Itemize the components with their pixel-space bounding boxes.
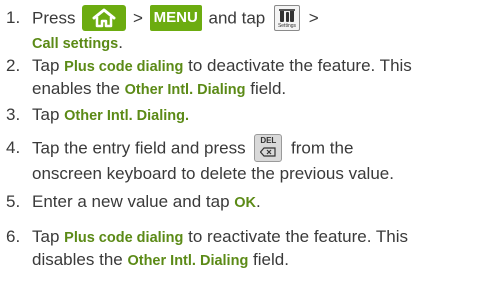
step-number: 3. (6, 105, 21, 124)
step-text: to reactivate the feature. This (188, 227, 409, 246)
step-1: 1. Press > MENU and tap Settings > Call s… (6, 5, 319, 55)
step-number: 5. (6, 192, 21, 211)
step-text: field. (250, 79, 287, 98)
step-emphasis: Call settings (32, 36, 119, 52)
step-text: Tap (32, 105, 60, 124)
step-number: 4. (6, 138, 21, 158)
step-text: Tap the entry field and press (32, 138, 246, 158)
step-emphasis: Plus code dialing (64, 59, 184, 75)
settings-icon-label: Settings (277, 23, 297, 29)
step-emphasis: Other Intl. Dialing (124, 82, 246, 98)
step-3: 3. Tap Other Intl. Dialing. (6, 104, 189, 127)
instructions-document: 1. Press > MENU and tap Settings > Call s… (0, 0, 486, 300)
step-text: > (132, 8, 143, 28)
step-text: and tap (208, 8, 266, 28)
home-key-icon (82, 5, 127, 31)
step-number: 2. (6, 56, 21, 75)
step-4: 4. Tap the entry field and press DEL from… (6, 134, 394, 185)
step-text: > (308, 8, 319, 28)
step-text: onscreen keyboard to delete the previous… (32, 164, 394, 183)
step-text: Tap (32, 227, 60, 246)
step-6: 6. Tap Plus code dialing to reactivate th… (6, 226, 408, 272)
step-text: field. (253, 250, 289, 269)
settings-icon: Settings (273, 5, 300, 31)
step-emphasis: Plus code dialing (64, 230, 184, 246)
step-text: Tap (32, 56, 60, 75)
step-number: 6. (6, 227, 21, 246)
step-5: 5. Enter a new value and tap OK. (6, 191, 261, 214)
step-text: Enter a new value and tap (32, 192, 230, 211)
step-text: to deactivate the feature. This (188, 56, 412, 75)
delete-key-icon: DEL (254, 134, 283, 162)
step-emphasis: Other Intl. Dialing. (64, 108, 190, 124)
step-emphasis: Other Intl. Dialing (127, 253, 249, 269)
step-2: 2. Tap Plus code dialing to deactivate th… (6, 55, 412, 101)
menu-key: MENU (149, 5, 202, 31)
step-number: 1. (6, 8, 21, 28)
delete-key-label: DEL (260, 136, 277, 145)
step-text: enables the (32, 79, 120, 98)
step-text: . (256, 192, 261, 211)
step-emphasis: OK (234, 195, 257, 211)
step-text: Press (32, 8, 76, 28)
step-text: disables the (32, 250, 123, 269)
step-text: . (118, 33, 123, 52)
step-text: from the (291, 138, 354, 158)
